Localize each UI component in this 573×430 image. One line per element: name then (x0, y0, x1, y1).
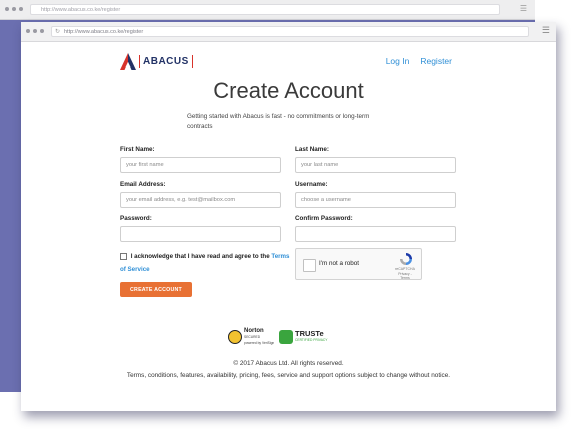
password-input[interactable] (120, 226, 281, 242)
background-browser-toolbar: http://www.abacus.co.ke/register ☰ (0, 0, 535, 20)
recaptcha-checkbox[interactable] (303, 259, 316, 272)
recaptcha-label: I'm not a robot (319, 260, 360, 267)
create-account-button[interactable]: CREATE ACCOUNT (120, 282, 192, 297)
address-bar[interactable]: ↻ http://www.abacus.co.ke/register (51, 26, 529, 37)
recaptcha-widget: I'm not a robot reCAPTCHA Privacy - Term… (295, 248, 422, 280)
window-dot[interactable] (19, 7, 23, 11)
page-subtitle: Getting started with Abacus is fast - no… (187, 113, 370, 130)
recaptcha-brand: reCAPTCHA Privacy - Terms (393, 267, 417, 281)
password-label: Password: (120, 215, 152, 222)
recaptcha-icon (400, 253, 412, 265)
abacus-logo-icon (120, 52, 136, 70)
email-input[interactable] (120, 192, 281, 208)
last-name-label: Last Name: (295, 146, 329, 153)
window-dot[interactable] (40, 29, 44, 33)
norton-badge-text: Norton SECURED powered by VeriSign (244, 328, 274, 346)
truste-icon (279, 330, 293, 344)
background-address-bar[interactable]: http://www.abacus.co.ke/register (30, 4, 500, 15)
recaptcha-links[interactable]: Privacy - Terms (398, 272, 412, 281)
confirm-password-label: Confirm Password: (295, 215, 353, 222)
window-controls (5, 7, 23, 11)
recaptcha-brand-name: reCAPTCHA (395, 267, 415, 271)
norton-secured-badge[interactable]: Norton SECURED powered by VeriSign (228, 327, 274, 347)
abacus-logo[interactable]: ABACUS (120, 52, 193, 70)
top-nav: Log In Register (386, 56, 452, 66)
reload-icon[interactable]: ↻ (55, 27, 60, 38)
window-dot[interactable] (12, 7, 16, 11)
hamburger-menu-icon[interactable]: ☰ (520, 5, 527, 13)
last-name-input[interactable] (295, 157, 456, 173)
abacus-logo-text: ABACUS (139, 54, 193, 68)
norton-check-icon (228, 330, 242, 344)
window-controls (26, 29, 44, 33)
browser-window: ↻ http://www.abacus.co.ke/register ☰ ABA… (21, 22, 556, 411)
truste-badge[interactable]: TRUSTe CERTIFIED PRIVACY (279, 327, 328, 347)
browser-toolbar: ↻ http://www.abacus.co.ke/register ☰ (21, 22, 556, 42)
first-name-label: First Name: (120, 146, 155, 153)
window-dot[interactable] (5, 7, 9, 11)
hamburger-menu-icon[interactable]: ☰ (542, 26, 550, 35)
terms-agreement: I acknowledge that I have read and agree… (120, 250, 290, 276)
confirm-password-input[interactable] (295, 226, 456, 242)
page-title: Create Account (213, 78, 364, 103)
address-bar-url: http://www.abacus.co.ke/register (64, 29, 144, 35)
footer-terms: Terms, conditions, features, availabilit… (126, 372, 451, 379)
agree-checkbox[interactable] (120, 252, 127, 260)
agree-text: I acknowledge that I have read and agree… (130, 253, 270, 260)
window-dot[interactable] (33, 29, 37, 33)
truste-certified-text: CERTIFIED PRIVACY (295, 338, 328, 342)
footer-copyright: © 2017 Abacus Ltd. All rights reserved. (233, 360, 344, 367)
register-link[interactable]: Register (420, 56, 452, 66)
username-input[interactable] (295, 192, 456, 208)
login-link[interactable]: Log In (386, 56, 410, 66)
window-dot[interactable] (26, 29, 30, 33)
username-label: Username: (295, 181, 328, 188)
first-name-input[interactable] (120, 157, 281, 173)
truste-badge-text: TRUSTe CERTIFIED PRIVACY (295, 330, 328, 344)
norton-powered-text: powered by VeriSign (244, 341, 275, 345)
email-label: Email Address: (120, 181, 166, 188)
